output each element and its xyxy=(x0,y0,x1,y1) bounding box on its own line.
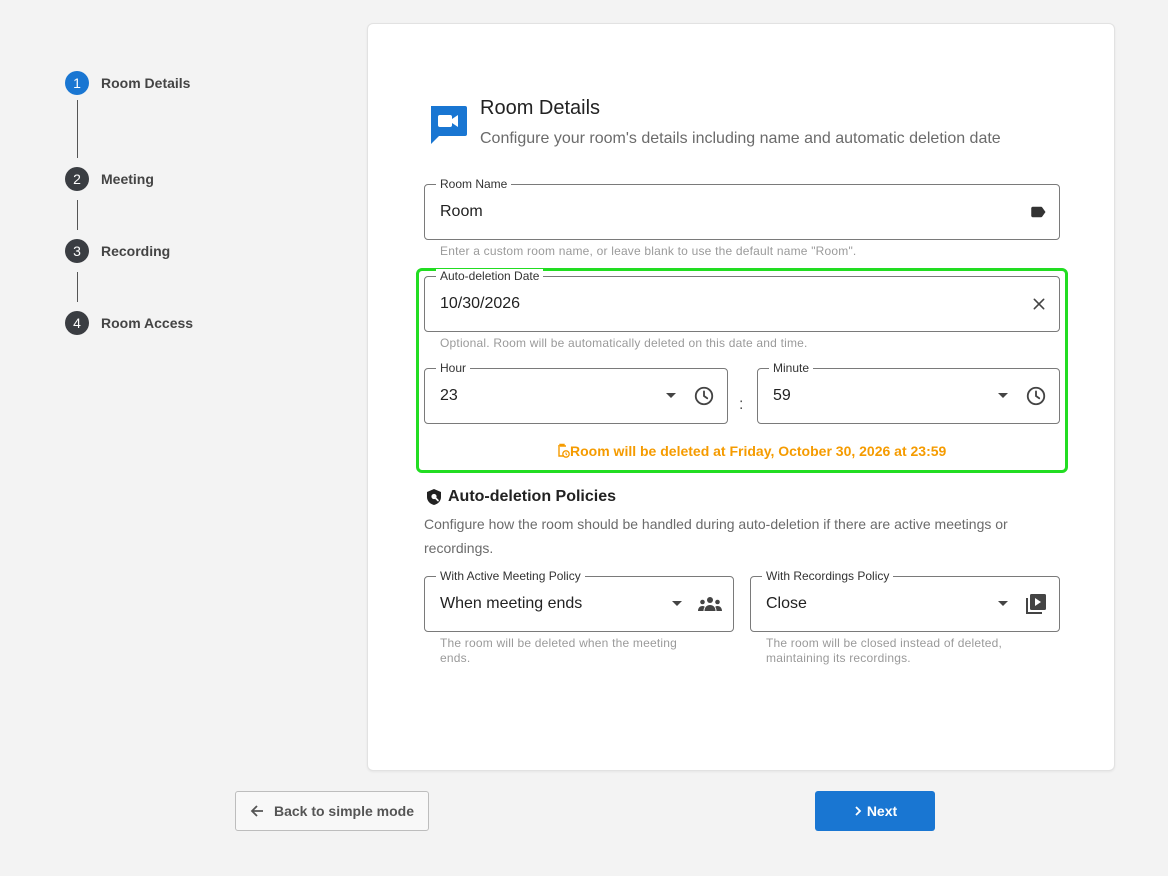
delete-clock-icon xyxy=(558,443,570,458)
minute-value: 59 xyxy=(773,387,791,404)
meeting-policy-label: With Active Meeting Policy xyxy=(436,569,585,583)
meeting-policy-select[interactable]: With Active Meeting Policy When meeting … xyxy=(424,569,734,632)
deletion-warning: Room will be deleted at Friday, October … xyxy=(556,443,946,459)
step-label: Meeting xyxy=(101,171,154,187)
auto-deletion-date-input[interactable]: 10/30/2026 xyxy=(440,295,520,313)
auto-deletion-date-hint: Optional. Room will be automatically del… xyxy=(440,336,808,350)
auto-deletion-date-field[interactable]: Auto-deletion Date 10/30/2026 xyxy=(424,269,1060,332)
dropdown-arrow-icon[interactable] xyxy=(671,600,683,608)
shield-icon xyxy=(427,489,441,505)
room-details-card: Room Details Configure your room's detai… xyxy=(367,23,1115,771)
recordings-policy-value: Close xyxy=(766,595,807,612)
page-subtitle: Configure your room's details including … xyxy=(480,130,1001,147)
dropdown-arrow-icon[interactable] xyxy=(665,392,677,400)
step-connector xyxy=(76,272,78,302)
minute-label: Minute xyxy=(769,361,814,375)
page-title: Room Details xyxy=(480,97,601,119)
policies-section-title: Auto-deletion Policies xyxy=(426,488,616,506)
step-number: 1 xyxy=(65,71,89,95)
step-label: Room Details xyxy=(101,75,191,91)
step-meeting[interactable]: 2 Meeting xyxy=(65,167,154,191)
label-tag-icon xyxy=(1031,206,1046,218)
minute-select[interactable]: Minute 59 xyxy=(757,361,1060,424)
back-button-label: Back to simple mode xyxy=(273,803,415,819)
recordings-policy-hint: The room will be closed instead of delet… xyxy=(766,636,1003,665)
dropdown-arrow-icon[interactable] xyxy=(997,600,1009,608)
step-connector xyxy=(76,200,78,230)
room-name-hint: Enter a custom room name, or leave blank… xyxy=(440,244,857,258)
arrow-left-icon xyxy=(250,805,263,817)
meeting-policy-hint: The room will be deleted when the meetin… xyxy=(440,636,677,665)
room-name-field[interactable]: Room Name Room xyxy=(424,177,1060,240)
meeting-policy-value: When meeting ends xyxy=(440,595,583,612)
hour-select[interactable]: Hour 23 xyxy=(424,361,728,424)
step-label: Recording xyxy=(101,243,171,259)
room-name-label: Room Name xyxy=(436,177,512,191)
step-number: 3 xyxy=(65,239,89,263)
video-library-icon xyxy=(1026,594,1046,614)
clock-icon[interactable] xyxy=(693,385,715,407)
auto-deletion-date-label: Auto-deletion Date xyxy=(436,269,544,283)
policies-title-text: Auto-deletion Policies xyxy=(448,488,617,505)
step-recording[interactable]: 3 Recording xyxy=(65,239,170,263)
video-chat-icon xyxy=(431,106,467,144)
hour-value: 23 xyxy=(440,387,458,404)
next-button-label: Next xyxy=(866,803,898,819)
step-room-access[interactable]: 4 Room Access xyxy=(65,311,193,335)
recordings-policy-select[interactable]: With Recordings Policy Close xyxy=(750,569,1060,632)
dropdown-arrow-icon[interactable] xyxy=(997,392,1009,400)
clear-icon[interactable] xyxy=(1031,296,1047,312)
step-room-details[interactable]: 1 Room Details xyxy=(65,71,190,95)
hour-label: Hour xyxy=(436,361,471,375)
next-button[interactable]: Next xyxy=(815,791,935,831)
time-separator: : xyxy=(739,396,744,413)
chevron-right-icon xyxy=(855,806,862,816)
step-number: 2 xyxy=(65,167,89,191)
room-name-input[interactable]: Room xyxy=(440,203,483,221)
step-label: Room Access xyxy=(101,315,194,331)
step-connector xyxy=(76,100,78,158)
group-icon xyxy=(698,597,722,611)
clock-icon[interactable] xyxy=(1025,385,1047,407)
recordings-policy-label: With Recordings Policy xyxy=(762,569,894,583)
back-to-simple-mode-button[interactable]: Back to simple mode xyxy=(235,791,429,831)
step-number: 4 xyxy=(65,311,89,335)
policies-description: Configure how the room should be handled… xyxy=(424,516,1008,556)
deletion-warning-text: Room will be deleted at Friday, October … xyxy=(570,443,947,459)
